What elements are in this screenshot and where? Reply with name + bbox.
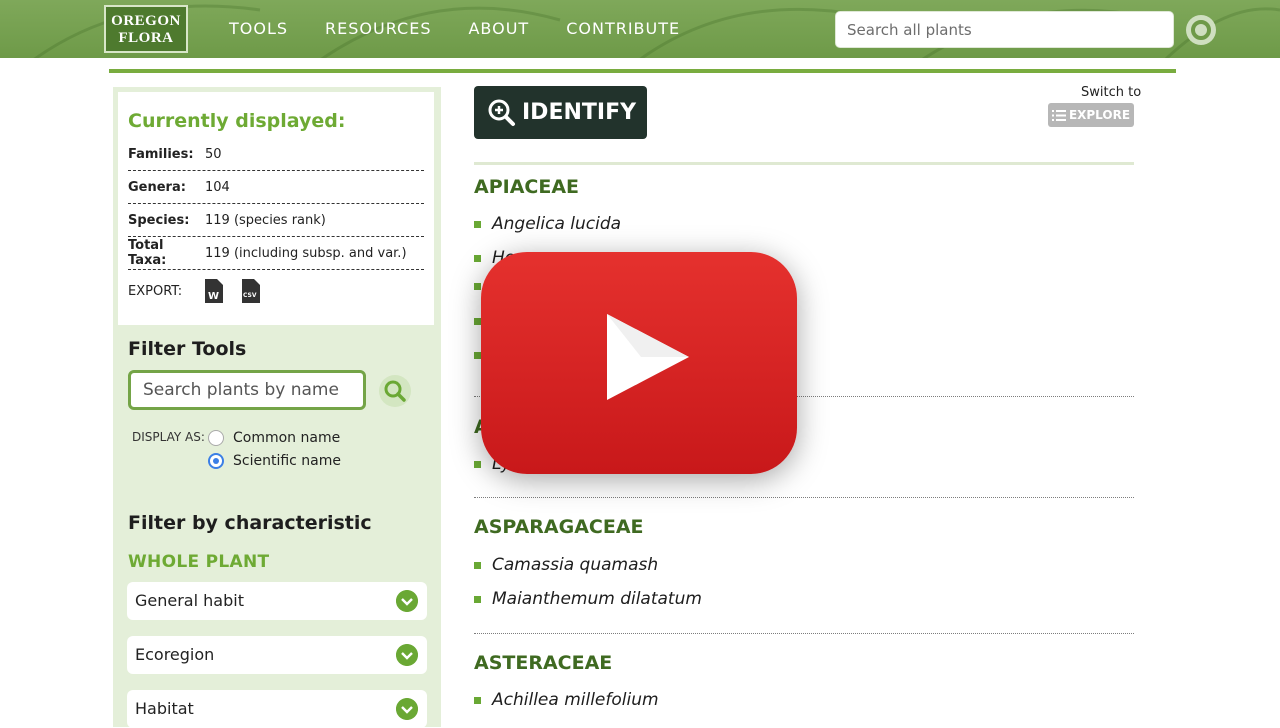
results-divider bbox=[474, 162, 1134, 165]
search-icon[interactable] bbox=[378, 374, 412, 408]
summary-row-genera: Genera: 104 bbox=[128, 171, 424, 204]
logo-line1: OREGON bbox=[111, 13, 181, 29]
taxon-name: Maianthemum dilatatum bbox=[492, 589, 702, 609]
zoom-in-icon bbox=[488, 99, 515, 126]
nav-resources[interactable]: RESOURCES bbox=[325, 19, 431, 38]
taxon-item[interactable]: Angelica lucida bbox=[474, 214, 621, 234]
summary-label: Total Taxa: bbox=[128, 238, 167, 268]
header-divider bbox=[109, 69, 1176, 73]
bullet bbox=[474, 561, 481, 569]
chevron-down-icon[interactable] bbox=[396, 644, 418, 666]
bullet bbox=[474, 460, 481, 468]
radio-common-name[interactable]: Common name bbox=[208, 430, 340, 446]
svg-text:W: W bbox=[208, 291, 219, 302]
logo-line2: FLORA bbox=[118, 30, 174, 46]
radio-label: Common name bbox=[233, 430, 341, 446]
taxon-name: Angelica lucida bbox=[492, 214, 622, 234]
list-icon bbox=[1051, 109, 1066, 121]
radio-scientific-name[interactable]: Scientific name bbox=[208, 453, 341, 469]
summary-row-families: Families: 50 bbox=[128, 138, 424, 171]
display-as-label: DISPLAY AS: bbox=[132, 430, 205, 444]
taxon-item[interactable]: Camassia quamash bbox=[474, 555, 658, 575]
summary-value: 104 bbox=[205, 179, 230, 195]
bullet bbox=[474, 220, 481, 228]
summary-value: 50 bbox=[205, 146, 222, 162]
summary-label: Genera: bbox=[128, 179, 186, 195]
summary-label: Species: bbox=[128, 212, 190, 228]
switch-to-label: Switch to bbox=[1081, 85, 1142, 100]
characteristic-label: Ecoregion bbox=[135, 645, 215, 664]
site-header: OREGON FLORA TOOLS RESOURCES ABOUT CONTR… bbox=[0, 0, 1280, 58]
family-heading: APIACEAE bbox=[474, 176, 580, 198]
characteristic-label: Habitat bbox=[135, 699, 194, 718]
taxon-name: Camassia quamash bbox=[492, 555, 659, 575]
video-play-button[interactable] bbox=[481, 252, 797, 474]
word-doc-icon[interactable]: W bbox=[205, 279, 223, 303]
summary-row-species: Species: 119 (species rank) bbox=[128, 204, 424, 237]
filter-tools-title: Filter Tools bbox=[128, 338, 247, 360]
summary-label: Families: bbox=[128, 146, 194, 162]
nav-contribute[interactable]: CONTRIBUTE bbox=[566, 19, 680, 38]
bullet bbox=[474, 595, 481, 603]
svg-text:CSV: CSV bbox=[243, 292, 257, 299]
characteristic-general-habit[interactable]: General habit bbox=[127, 582, 427, 620]
chevron-down-icon[interactable] bbox=[396, 698, 418, 720]
bullet bbox=[474, 352, 481, 359]
summary-row-total-taxa: Total Taxa: 119 (including subsp. and va… bbox=[128, 237, 424, 270]
plant-name-search-input[interactable]: Search plants by name bbox=[128, 370, 366, 410]
characteristic-habitat[interactable]: Habitat bbox=[127, 690, 427, 728]
whole-plant-section-title: WHOLE PLANT bbox=[128, 552, 270, 572]
nav-tools[interactable]: TOOLS bbox=[229, 19, 288, 38]
family-heading: ASTERACEAE bbox=[474, 652, 613, 674]
global-search-input[interactable]: Search all plants bbox=[835, 11, 1174, 48]
summary-box: Currently displayed: Families: 50 Genera… bbox=[118, 92, 434, 325]
bullet bbox=[474, 318, 481, 325]
global-search-button-icon[interactable] bbox=[1184, 13, 1218, 47]
bullet bbox=[474, 254, 481, 262]
oregon-flora-logo[interactable]: OREGON FLORA bbox=[104, 5, 188, 53]
taxon-item[interactable]: Maianthemum dilatatum bbox=[474, 589, 702, 609]
family-heading: ASPARAGACEAE bbox=[474, 516, 644, 538]
taxon-item[interactable]: Achillea millefolium bbox=[474, 690, 659, 710]
summary-value: 119 (including subsp. and var.) bbox=[205, 245, 407, 261]
family-separator bbox=[474, 497, 1134, 498]
radio-button[interactable] bbox=[208, 453, 224, 469]
nav-about[interactable]: ABOUT bbox=[468, 19, 529, 38]
bullet bbox=[474, 696, 481, 704]
radio-label: Scientific name bbox=[233, 453, 342, 469]
play-icon bbox=[607, 314, 689, 400]
summary-title: Currently displayed: bbox=[128, 110, 346, 132]
family-separator bbox=[474, 633, 1134, 634]
characteristic-ecoregion[interactable]: Ecoregion bbox=[127, 636, 427, 674]
filter-characteristic-title: Filter by characteristic bbox=[128, 512, 372, 534]
summary-value: 119 (species rank) bbox=[205, 212, 326, 228]
main-nav: TOOLS RESOURCES ABOUT CONTRIBUTE bbox=[229, 19, 717, 38]
identify-label: IDENTIFY bbox=[522, 100, 637, 125]
chevron-down-icon[interactable] bbox=[396, 590, 418, 612]
radio-button[interactable] bbox=[208, 430, 224, 446]
characteristic-label: General habit bbox=[135, 591, 244, 610]
taxon-name: Achillea millefolium bbox=[492, 690, 659, 710]
explore-button[interactable]: EXPLORE bbox=[1048, 103, 1134, 127]
bullet bbox=[474, 283, 481, 290]
export-row: EXPORT: W CSV bbox=[128, 270, 424, 312]
filter-sidebar: Currently displayed: Families: 50 Genera… bbox=[113, 87, 441, 728]
export-label: EXPORT: bbox=[128, 283, 183, 299]
explore-label: EXPLORE bbox=[1068, 108, 1131, 122]
identify-button[interactable]: IDENTIFY bbox=[474, 86, 647, 139]
csv-file-icon[interactable]: CSV bbox=[242, 279, 260, 303]
